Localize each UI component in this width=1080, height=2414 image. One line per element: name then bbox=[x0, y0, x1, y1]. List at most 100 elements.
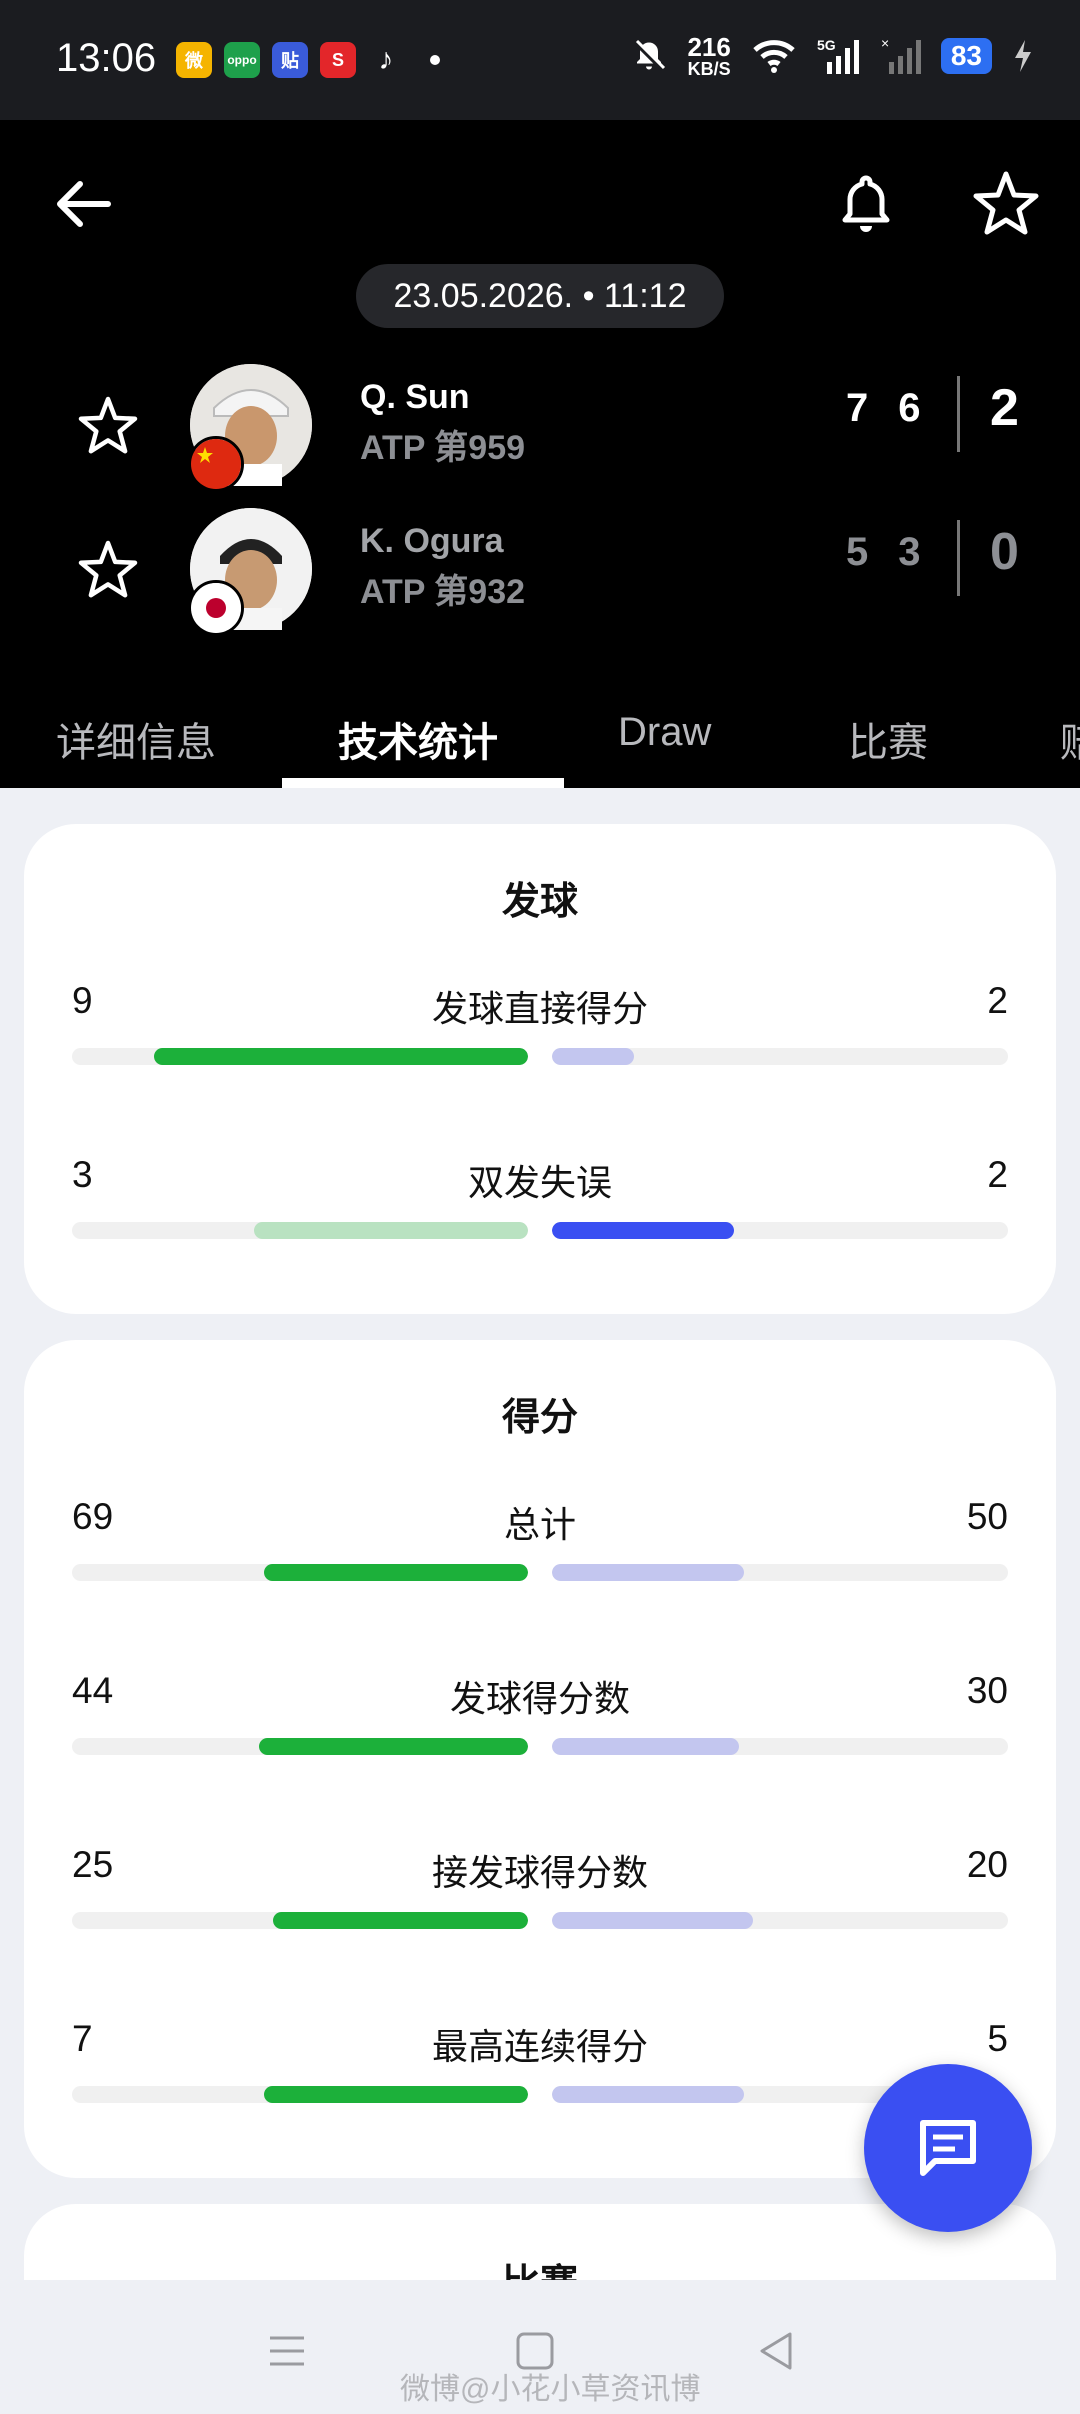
arrow-left-icon bbox=[57, 181, 111, 227]
set-score: 3 bbox=[898, 530, 923, 574]
away-stat-bar-track bbox=[552, 1222, 1008, 1239]
oppo-app-icon: oppo bbox=[224, 42, 260, 78]
watermark: 微博@小花小草资讯博 bbox=[400, 2373, 701, 2406]
tab-odds[interactable]: 赔 bbox=[1060, 710, 1080, 768]
triangle-back-icon bbox=[760, 2332, 792, 2370]
away-stat-bar-fill bbox=[552, 1048, 635, 1065]
charging-icon bbox=[1015, 40, 1031, 72]
away-stat-bar-fill bbox=[552, 1222, 735, 1239]
stat-row: 69 总计 50 bbox=[24, 1496, 1056, 1596]
status-right: 216 KB/S 5G × 83 bbox=[631, 34, 1034, 78]
stat-label: 最高连续得分 bbox=[431, 2026, 648, 2067]
star-icon bbox=[973, 171, 1039, 235]
china-flag-icon bbox=[188, 436, 244, 492]
away-stat-bar-fill bbox=[552, 1564, 744, 1581]
signal-no-sim-icon: × bbox=[881, 36, 921, 74]
stat-row: 3 双发失误 2 bbox=[24, 1154, 1056, 1254]
network-speed: 216 KB/S bbox=[687, 32, 731, 79]
player-rank: ATP 第932 bbox=[360, 573, 526, 611]
set-score: 6 bbox=[898, 386, 923, 430]
chat-fab-button[interactable] bbox=[864, 2064, 1032, 2232]
stat-label: 发球得分数 bbox=[449, 1678, 630, 1719]
star-icon bbox=[78, 540, 138, 598]
weibo-icon: 微 bbox=[176, 42, 212, 78]
status-time: 13:06 bbox=[56, 36, 157, 80]
home-stat-bar-track bbox=[72, 2086, 528, 2103]
home-stat-bar-track bbox=[72, 1048, 528, 1065]
away-stat-bar-track bbox=[552, 1738, 1008, 1755]
player-name: K. Ogura bbox=[360, 522, 504, 560]
notification-button[interactable] bbox=[826, 164, 906, 244]
back-button[interactable] bbox=[46, 164, 126, 244]
home-stat-bar-track bbox=[72, 1738, 528, 1755]
away-stat-value: 50 bbox=[966, 1496, 1008, 1537]
tiktok-icon: ♪ bbox=[378, 43, 394, 76]
sets-won: 0 bbox=[990, 523, 1019, 581]
tab-bar: 详细信息 技术统计 Draw 比赛 赔 bbox=[0, 690, 1080, 788]
match-datetime: 23.05.2026. • 11:12 bbox=[356, 264, 724, 328]
stat-row: 9 发球直接得分 2 bbox=[24, 980, 1056, 1080]
player-avatar bbox=[188, 508, 312, 636]
wifi-icon bbox=[753, 40, 795, 73]
away-stat-bar-track bbox=[552, 1912, 1008, 1929]
signal-5g-icon: 5G bbox=[817, 37, 859, 74]
away-stat-bar-track bbox=[552, 1048, 1008, 1065]
menu-nav-button[interactable] bbox=[262, 2326, 312, 2376]
stat-row: 25 接发球得分数 20 bbox=[24, 1844, 1056, 1944]
tab-draw[interactable]: Draw bbox=[618, 710, 711, 755]
set-score: 7 bbox=[846, 386, 871, 430]
card-title: 得分 bbox=[501, 1397, 578, 1439]
japan-flag-icon bbox=[188, 580, 244, 636]
status-bar: 13:06 微 oppo 贴 S ♪ 216 KB/S 5G × 83 bbox=[0, 0, 1080, 120]
favorite-player-button[interactable] bbox=[72, 390, 144, 462]
player-row[interactable]: K. Ogura ATP 第932 5 3 0 bbox=[0, 500, 1080, 636]
away-stat-value: 2 bbox=[987, 980, 1008, 1021]
serve-stats-card: 发球 9 发球直接得分 2 3 双发失误 2 bbox=[24, 824, 1056, 1314]
tab-details[interactable]: 详细信息 bbox=[56, 710, 216, 768]
set-scores: 7 6 bbox=[846, 386, 923, 431]
favorite-match-button[interactable] bbox=[966, 164, 1046, 244]
player-rank: ATP 第959 bbox=[360, 429, 526, 467]
set-scores: 5 3 bbox=[846, 530, 923, 575]
away-stat-bar-fill bbox=[552, 2086, 744, 2103]
home-stat-bar-fill bbox=[272, 1912, 528, 1929]
player-row[interactable]: Q. Sun ATP 第959 7 6 2 bbox=[0, 356, 1080, 492]
away-stat-bar-fill bbox=[552, 1912, 753, 1929]
battery-indicator: 83 bbox=[940, 38, 992, 74]
stat-label: 发球直接得分 bbox=[431, 988, 648, 1029]
home-stat-bar-fill bbox=[154, 1048, 528, 1065]
menu-icon bbox=[270, 2336, 304, 2366]
card-title: 发球 bbox=[501, 881, 578, 923]
score-divider bbox=[957, 520, 960, 596]
home-stat-bar-fill bbox=[263, 2086, 528, 2103]
away-stat-bar-track bbox=[552, 1564, 1008, 1581]
stat-label: 接发球得分数 bbox=[431, 1852, 648, 1893]
player-name: Q. Sun bbox=[360, 378, 470, 416]
mute-bell-icon bbox=[634, 39, 666, 72]
toutiao-icon: S bbox=[320, 42, 356, 78]
tab-matches[interactable]: 比赛 bbox=[848, 710, 928, 768]
more-notifications-dot bbox=[430, 55, 440, 65]
back-nav-button[interactable] bbox=[752, 2326, 802, 2376]
home-stat-bar-track bbox=[72, 1564, 528, 1581]
away-stat-value: 5 bbox=[987, 2018, 1008, 2059]
player-avatar bbox=[188, 364, 312, 492]
sets-won: 2 bbox=[990, 379, 1019, 437]
favorite-player-button[interactable] bbox=[72, 534, 144, 606]
away-stat-value: 2 bbox=[987, 1154, 1008, 1195]
active-tab-indicator bbox=[282, 778, 564, 788]
tab-statistics[interactable]: 技术统计 bbox=[338, 710, 498, 768]
away-stat-bar-fill bbox=[552, 1738, 739, 1755]
home-stat-bar-fill bbox=[263, 1564, 528, 1581]
stat-label: 总计 bbox=[503, 1504, 576, 1545]
home-stat-bar-fill bbox=[254, 1222, 528, 1239]
score-divider bbox=[957, 376, 960, 452]
away-stat-value: 30 bbox=[966, 1670, 1008, 1711]
points-stats-card: 得分 69 总计 50 44 发球得分数 30 25 接发球得分数 20 7 最高连续得分 5 bbox=[24, 1340, 1056, 2178]
bell-icon bbox=[842, 175, 890, 232]
set-score: 5 bbox=[846, 530, 871, 574]
star-icon bbox=[78, 396, 138, 454]
svg-text:×: × bbox=[881, 36, 889, 51]
tieba-icon: 贴 bbox=[272, 42, 308, 78]
svg-text:5G: 5G bbox=[817, 37, 836, 53]
